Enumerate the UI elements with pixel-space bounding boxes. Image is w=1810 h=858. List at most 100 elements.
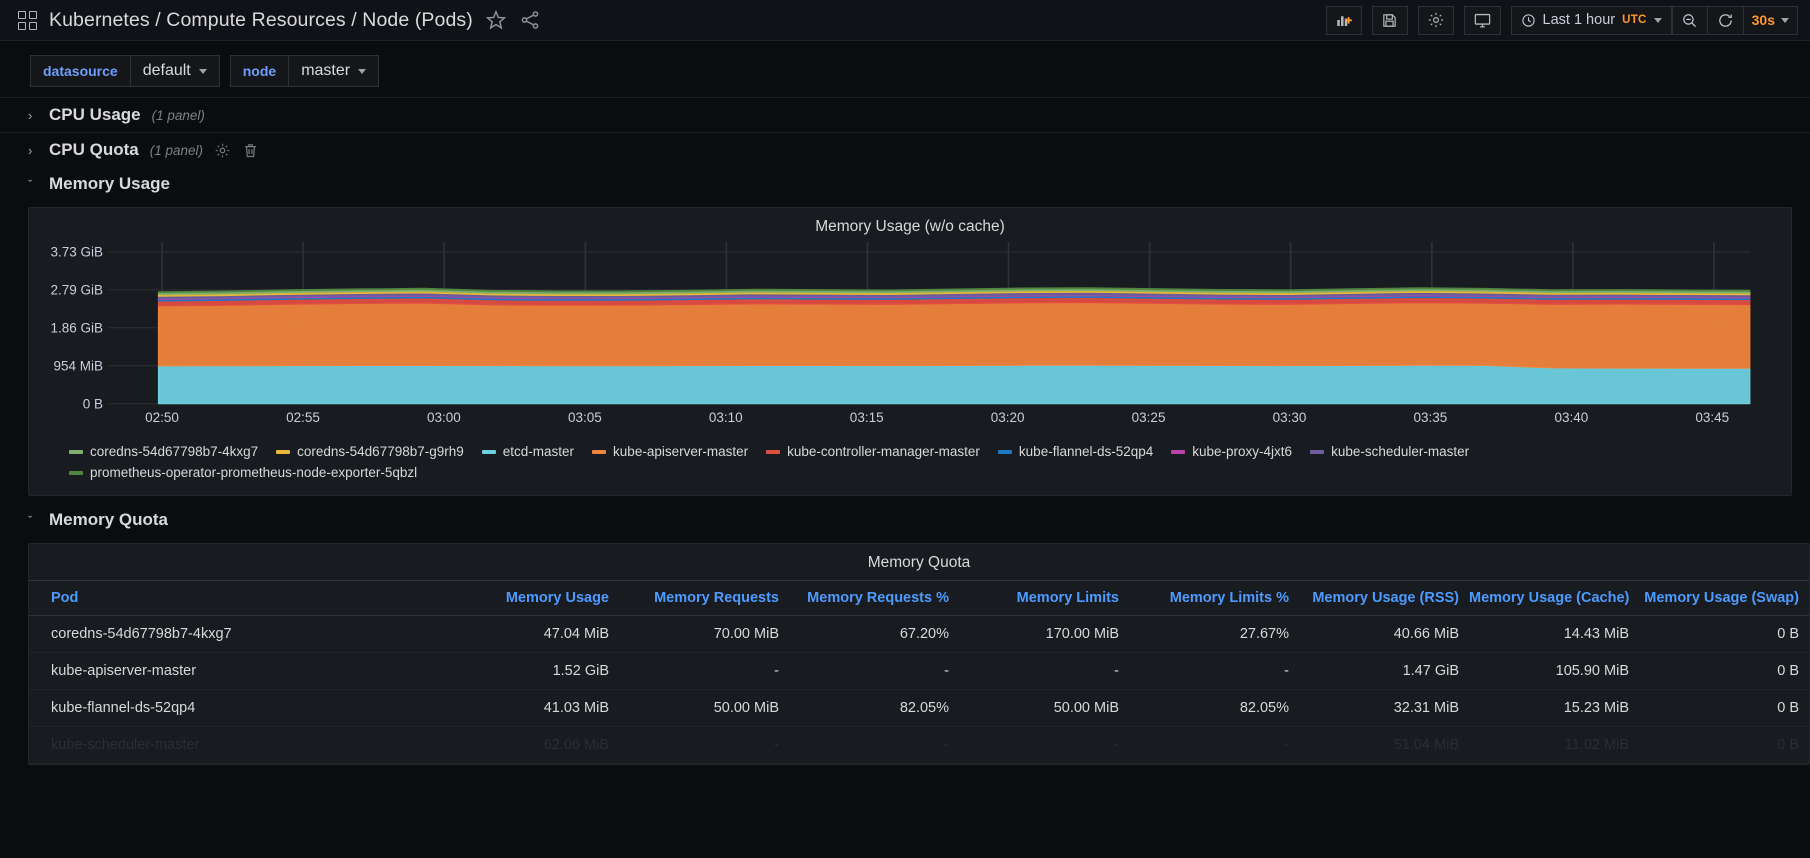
table-cell-value: - bbox=[789, 727, 959, 764]
table-cell-pod: kube-apiserver-master bbox=[29, 653, 449, 690]
table-row[interactable]: coredns-54d67798b7-4kxg747.04 MiB70.00 M… bbox=[29, 616, 1809, 653]
grid-icon[interactable] bbox=[18, 11, 37, 30]
variable-select-node[interactable]: master bbox=[288, 55, 379, 87]
legend-label: kube-controller-manager-master bbox=[787, 444, 980, 459]
variable-label-datasource: datasource bbox=[30, 55, 130, 87]
page-title: Kubernetes / Compute Resources / Node (P… bbox=[49, 9, 473, 32]
table-column-header[interactable]: Memory Usage bbox=[449, 581, 619, 616]
save-dashboard-button[interactable] bbox=[1372, 6, 1408, 35]
panel-memory-usage: Memory Usage (w/o cache) 3.73 GiB 2.79 G… bbox=[28, 207, 1792, 496]
refresh-dashboard-button[interactable] bbox=[1708, 6, 1744, 35]
x-tick-label: 03:15 bbox=[850, 410, 884, 425]
legend-item[interactable]: coredns-54d67798b7-g9rh9 bbox=[276, 444, 464, 459]
table-cell-value: - bbox=[959, 653, 1129, 690]
row-title: CPU Quota bbox=[49, 140, 139, 160]
legend-item[interactable]: kube-flannel-ds-52qp4 bbox=[998, 444, 1153, 459]
table-cell-value: 0 B bbox=[1639, 616, 1809, 653]
table-column-header[interactable]: Memory Usage (RSS) bbox=[1299, 581, 1469, 616]
table-column-header[interactable]: Pod bbox=[29, 581, 449, 616]
table-cell-value: 27.67% bbox=[1129, 616, 1299, 653]
star-icon[interactable] bbox=[485, 9, 507, 31]
row-panel-count: (1 panel) bbox=[150, 143, 203, 158]
x-tick-label: 02:50 bbox=[145, 410, 179, 425]
variable-select-datasource[interactable]: default bbox=[130, 55, 220, 87]
zoom-out-time-button[interactable] bbox=[1672, 6, 1708, 35]
table-column-header[interactable]: Memory Usage (Cache) bbox=[1469, 581, 1639, 616]
variable-node: node master bbox=[230, 55, 379, 87]
legend-label: kube-scheduler-master bbox=[1331, 444, 1469, 459]
y-axis: 3.73 GiB 2.79 GiB 1.86 GiB 954 MiB 0 B bbox=[31, 242, 109, 407]
y-tick-label: 954 MiB bbox=[53, 358, 103, 373]
table-column-header[interactable]: Memory Limits % bbox=[1129, 581, 1299, 616]
table-cell-value: 41.03 MiB bbox=[449, 690, 619, 727]
x-tick-label: 03:00 bbox=[427, 410, 461, 425]
table-cell-value: - bbox=[789, 653, 959, 690]
clock-icon bbox=[1521, 13, 1536, 28]
table-cell-value: - bbox=[619, 653, 789, 690]
legend-label: kube-flannel-ds-52qp4 bbox=[1019, 444, 1153, 459]
plot-area[interactable] bbox=[109, 242, 1767, 407]
table-cell-value: 50.00 MiB bbox=[619, 690, 789, 727]
table-row[interactable]: kube-flannel-ds-52qp441.03 MiB50.00 MiB8… bbox=[29, 690, 1809, 727]
table-cell-value: 11.02 MiB bbox=[1469, 727, 1639, 764]
table-cell-pod: coredns-54d67798b7-4kxg7 bbox=[29, 616, 449, 653]
row-header-cpu-usage[interactable]: › CPU Usage (1 panel) bbox=[0, 97, 1810, 132]
legend-label: etcd-master bbox=[503, 444, 574, 459]
legend-label: kube-apiserver-master bbox=[613, 444, 748, 459]
row-header-cpu-quota[interactable]: › CPU Quota (1 panel) bbox=[0, 132, 1810, 167]
row-collapse-caret: ˇ bbox=[28, 177, 38, 192]
row-header-memory-usage[interactable]: ˇ Memory Usage bbox=[0, 167, 1810, 201]
x-tick-label: 03:30 bbox=[1273, 410, 1307, 425]
legend-label: coredns-54d67798b7-g9rh9 bbox=[297, 444, 464, 459]
table-cell-value: 15.23 MiB bbox=[1469, 690, 1639, 727]
row-settings-gear-icon[interactable] bbox=[214, 142, 231, 159]
table-cell-value: 0 B bbox=[1639, 727, 1809, 764]
legend-item[interactable]: kube-controller-manager-master bbox=[766, 444, 980, 459]
table-header-row: PodMemory UsageMemory RequestsMemory Req… bbox=[29, 581, 1809, 616]
table-cell-value: - bbox=[1129, 653, 1299, 690]
time-range-picker[interactable]: Last 1 hour UTC bbox=[1511, 6, 1672, 35]
legend-item[interactable]: prometheus-operator-prometheus-node-expo… bbox=[69, 465, 417, 480]
table-row[interactable]: kube-apiserver-master1.52 GiB----1.47 Gi… bbox=[29, 653, 1809, 690]
row-collapse-caret: › bbox=[28, 108, 38, 123]
table-column-header[interactable]: Memory Limits bbox=[959, 581, 1129, 616]
row-delete-trash-icon[interactable] bbox=[242, 142, 259, 159]
legend-item[interactable]: kube-scheduler-master bbox=[1310, 444, 1469, 459]
table-column-header[interactable]: Memory Requests % bbox=[789, 581, 959, 616]
x-tick-label: 03:35 bbox=[1414, 410, 1448, 425]
add-panel-icon bbox=[1335, 11, 1353, 29]
variable-label-node: node bbox=[230, 55, 288, 87]
table-column-header[interactable]: Memory Requests bbox=[619, 581, 789, 616]
panel-title: Memory Quota bbox=[29, 544, 1809, 580]
refresh-icon bbox=[1717, 12, 1734, 29]
table-row[interactable]: kube-scheduler-master62.06 MiB----51.04 … bbox=[29, 727, 1809, 764]
row-header-memory-quota[interactable]: ˇ Memory Quota bbox=[0, 496, 1810, 537]
panel-memory-quota: Memory Quota PodMemory UsageMemory Reque… bbox=[28, 543, 1810, 765]
panel-title: Memory Usage (w/o cache) bbox=[29, 208, 1791, 242]
y-tick-label: 0 B bbox=[83, 396, 103, 411]
legend-color-swatch bbox=[766, 450, 780, 454]
timezone-label: UTC bbox=[1622, 14, 1647, 26]
tv-mode-button[interactable] bbox=[1464, 6, 1501, 35]
legend-color-swatch bbox=[69, 471, 83, 475]
legend-item[interactable]: kube-apiserver-master bbox=[592, 444, 748, 459]
legend-item[interactable]: coredns-54d67798b7-4kxg7 bbox=[69, 444, 258, 459]
legend-item[interactable]: kube-proxy-4jxt6 bbox=[1171, 444, 1292, 459]
dashboard-settings-button[interactable] bbox=[1418, 6, 1454, 35]
table-cell-value: 50.00 MiB bbox=[959, 690, 1129, 727]
table-cell-value: 82.05% bbox=[789, 690, 959, 727]
share-icon[interactable] bbox=[519, 9, 541, 31]
add-panel-button[interactable] bbox=[1326, 6, 1362, 35]
row-title: CPU Usage bbox=[49, 105, 141, 125]
legend-color-swatch bbox=[1310, 450, 1324, 454]
x-tick-label: 03:40 bbox=[1554, 410, 1588, 425]
refresh-interval-picker[interactable]: 30s bbox=[1744, 6, 1798, 35]
x-tick-label: 03:25 bbox=[1132, 410, 1166, 425]
table-cell-value: 170.00 MiB bbox=[959, 616, 1129, 653]
template-variables-bar: datasource default node master bbox=[0, 41, 1810, 97]
table-column-header[interactable]: Memory Usage (Swap) bbox=[1639, 581, 1809, 616]
legend-color-swatch bbox=[592, 450, 606, 454]
legend-color-swatch bbox=[482, 450, 496, 454]
legend-item[interactable]: etcd-master bbox=[482, 444, 574, 459]
x-tick-label: 03:10 bbox=[709, 410, 743, 425]
